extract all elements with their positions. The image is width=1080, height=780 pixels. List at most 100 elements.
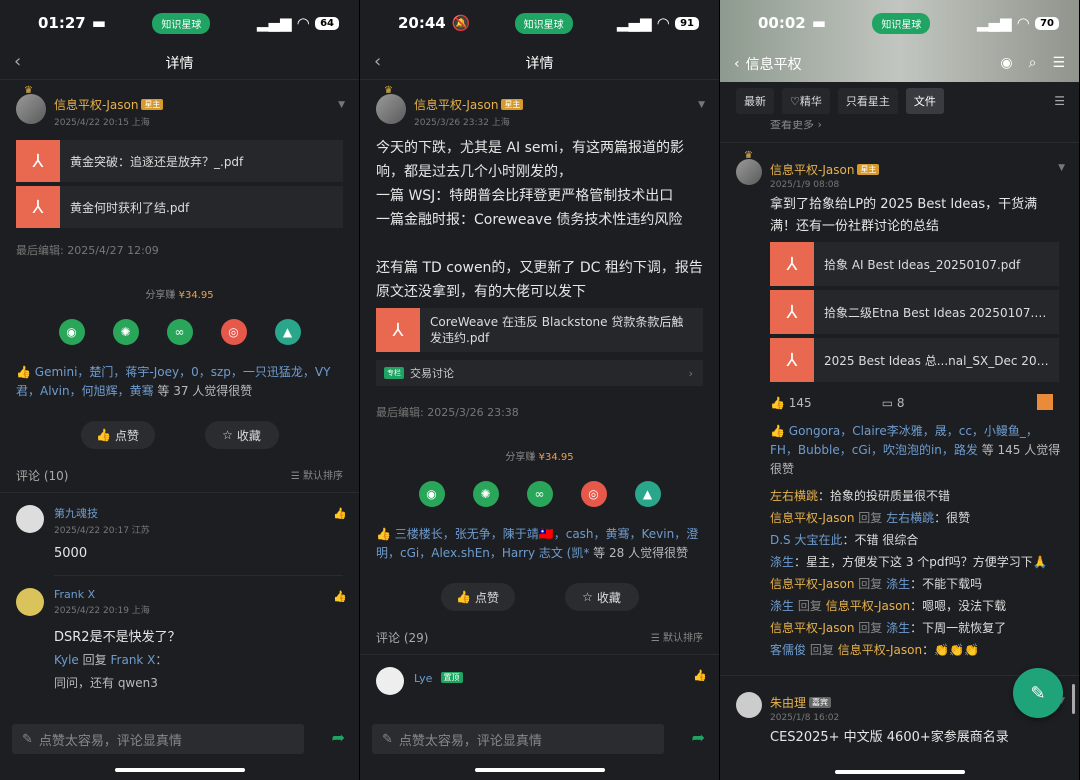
avatar[interactable]: ♛ — [16, 85, 46, 124]
more-icon[interactable]: ▼ — [698, 100, 705, 110]
reply-item[interactable]: 涤生 回复 信息平权-Jason：嗯嗯，没法下载 — [770, 595, 1063, 617]
comment-input[interactable]: ✎ 点赞太容易，评论显真情 — [372, 724, 664, 754]
sort-button[interactable]: ☰ 默认排序 — [291, 467, 343, 484]
file-attachment[interactable]: ⅄ 黄金突破：追逐还是放弃？_.pdf — [16, 140, 343, 182]
avatar[interactable]: ♛ — [376, 85, 406, 124]
commenter-name[interactable]: 第九魂技 — [54, 505, 150, 521]
reply-to[interactable]: 涤生 — [886, 621, 910, 635]
file-attachment[interactable]: ⅄ 拾象二级Etna Best Ideas 20250107.pdf — [770, 290, 1059, 334]
reply-item[interactable]: 涤生：星主，方便发下这 3 个pdf吗？方便学习下🙏 — [770, 551, 1063, 573]
tab-owner-only[interactable]: 只看星主 — [837, 88, 898, 114]
share-icon[interactable]: ➦ — [692, 728, 705, 747]
post-author[interactable]: ♛ 信息平权-Jason 星主 2025/1/9 08:08 ▼ — [720, 143, 1079, 190]
more-icon[interactable]: ▼ — [338, 100, 345, 110]
weibo-icon[interactable]: ◎ — [220, 319, 247, 345]
reply-from[interactable]: 涤生 — [770, 599, 794, 613]
comment-like-icon[interactable]: 👍 — [693, 669, 707, 682]
author-name[interactable]: 信息平权-Jason — [414, 98, 498, 112]
home-indicator[interactable] — [475, 768, 605, 772]
wechat-icon[interactable]: ◉ — [58, 319, 85, 345]
file-attachment[interactable]: ⅄ 拾象 AI Best Ideas_20250107.pdf — [770, 242, 1059, 286]
search-icon[interactable]: ⌕ — [1029, 55, 1037, 71]
reply-from[interactable]: 左右横跳 — [770, 489, 818, 503]
like-button[interactable]: 👍 点赞 — [440, 583, 515, 611]
avatar[interactable] — [376, 667, 404, 695]
reply-from[interactable]: Kyle — [54, 653, 79, 667]
post-author[interactable]: ♛ 信息平权-Jason 星主 2025/4/22 20:15 上海 ▼ — [0, 80, 359, 136]
tab-featured[interactable]: ♡精华 — [782, 88, 830, 114]
see-more-link[interactable]: 查看更多 › — [720, 120, 1079, 132]
reply-item[interactable]: D.S 大宝在此：不错 很综合 — [770, 529, 1063, 551]
like-count[interactable]: 👍 145 — [770, 396, 812, 410]
back-icon[interactable]: ‹ — [374, 51, 381, 72]
reply-from[interactable]: 信息平权-Jason — [770, 621, 854, 635]
share-earn[interactable]: 分享赚 ¥34.95 — [360, 448, 719, 463]
commenter-name[interactable]: Lye — [414, 672, 432, 685]
reply-to[interactable]: Frank X — [111, 653, 156, 667]
reply-from[interactable]: 客儒俊 — [770, 643, 806, 657]
reply-to[interactable]: 左右横跳 — [886, 511, 934, 525]
like-button[interactable]: 👍 点赞 — [80, 421, 155, 449]
app-pill[interactable]: 知识星球 — [872, 12, 931, 34]
wechat-icon[interactable]: ◉ — [418, 481, 445, 507]
avatar[interactable] — [736, 692, 762, 718]
app-pill[interactable]: 知识星球 — [514, 12, 573, 34]
reply-to[interactable]: 涤生 — [886, 577, 910, 591]
avatar[interactable] — [16, 505, 44, 533]
reply-item[interactable]: 信息平权-Jason 回复 涤生：下周一就恢复了 — [770, 617, 1063, 639]
favorite-button[interactable]: ☆ 收藏 — [204, 421, 279, 449]
compose-button[interactable]: ✎ — [1013, 668, 1063, 718]
menu-icon[interactable]: ☰ — [1052, 55, 1065, 71]
author-name[interactable]: 朱由理 — [770, 696, 806, 710]
profile-icon[interactable]: ◉ — [1000, 55, 1012, 71]
file-attachment[interactable]: ⅄ 黄金何时获利了结.pdf — [16, 186, 343, 228]
topic-link[interactable]: 专栏 交易讨论 › — [376, 360, 703, 386]
link-icon[interactable]: ∞ — [166, 319, 193, 345]
home-indicator[interactable] — [115, 768, 245, 772]
favorite-button[interactable]: ☆ 收藏 — [564, 583, 639, 611]
back-icon[interactable]: ‹ — [14, 51, 21, 72]
image-icon[interactable]: ▲ — [274, 319, 301, 345]
comment-like-icon[interactable]: 👍 — [333, 590, 347, 603]
reply-to[interactable]: 信息平权-Jason — [826, 599, 910, 613]
share-earn[interactable]: 分享赚 ¥34.95 — [0, 286, 359, 301]
file-attachment[interactable]: ⅄ CoreWeave 在违反 Blackstone 贷款条款后触发违约.pdf — [376, 308, 703, 352]
file-attachment[interactable]: ⅄ 2025 Best Ideas 总...nal_SX_Dec 2024.pdf — [770, 338, 1059, 382]
image-icon[interactable]: ▲ — [634, 481, 661, 507]
comment-input[interactable]: ✎ 点赞太容易，评论显真情 — [12, 724, 304, 754]
reply-to[interactable]: 信息平权-Jason — [838, 643, 922, 657]
more-icon[interactable]: ▼ — [1058, 163, 1065, 173]
share-icon[interactable]: ➦ — [332, 728, 345, 747]
moments-icon[interactable]: ✺ — [112, 319, 139, 345]
reply-item[interactable]: 客儒俊 回复 信息平权-Jason：👏👏👏 — [770, 639, 1063, 661]
reply-from[interactable]: 信息平权-Jason — [770, 511, 854, 525]
detail-scroll[interactable]: ♛ 信息平权-Jason 星主 2025/3/26 23:32 上海 ▼ 今天的下… — [360, 80, 719, 720]
avatar[interactable] — [16, 588, 44, 616]
reply-from[interactable]: 涤生 — [770, 555, 794, 569]
weibo-icon[interactable]: ◎ — [580, 481, 607, 507]
home-indicator[interactable] — [835, 770, 965, 774]
tab-files[interactable]: 文件 — [905, 88, 944, 114]
list-view-icon[interactable]: ☰ — [1054, 94, 1065, 108]
share-flag-icon[interactable] — [1037, 394, 1053, 410]
reply-from[interactable]: 信息平权-Jason — [770, 577, 854, 591]
reply-from[interactable]: D.S 大宝在此 — [770, 533, 843, 547]
back-icon[interactable]: ‹ — [734, 56, 740, 72]
reply-item[interactable]: 左右横跳：拾象的投研质量很不错 — [770, 485, 1063, 507]
reply-item[interactable]: 信息平权-Jason 回复 左右横跳：很赞 — [770, 507, 1063, 529]
reply-item[interactable]: 信息平权-Jason 回复 涤生：不能下载吗 — [770, 573, 1063, 595]
scrollbar[interactable] — [1072, 684, 1075, 714]
author-name[interactable]: 信息平权-Jason — [54, 98, 138, 112]
app-pill[interactable]: 知识星球 — [152, 12, 211, 34]
comment-like-icon[interactable]: 👍 — [333, 507, 347, 520]
link-icon[interactable]: ∞ — [526, 481, 553, 507]
moments-icon[interactable]: ✺ — [472, 481, 499, 507]
comment-reply[interactable]: Kyle 回复 Frank X： — [54, 651, 181, 668]
comment-count[interactable]: ▭ 8 — [882, 396, 905, 410]
detail-scroll[interactable]: ♛ 信息平权-Jason 星主 2025/4/22 20:15 上海 ▼ ⅄ 黄金突… — [0, 80, 359, 720]
commenter-name[interactable]: Frank X — [54, 588, 181, 601]
post-author[interactable]: ♛ 信息平权-Jason 星主 2025/3/26 23:32 上海 ▼ — [360, 80, 719, 136]
author-name[interactable]: 信息平权-Jason — [770, 163, 854, 177]
tab-latest[interactable]: 最新 — [736, 88, 774, 114]
avatar[interactable]: ♛ — [736, 150, 762, 185]
